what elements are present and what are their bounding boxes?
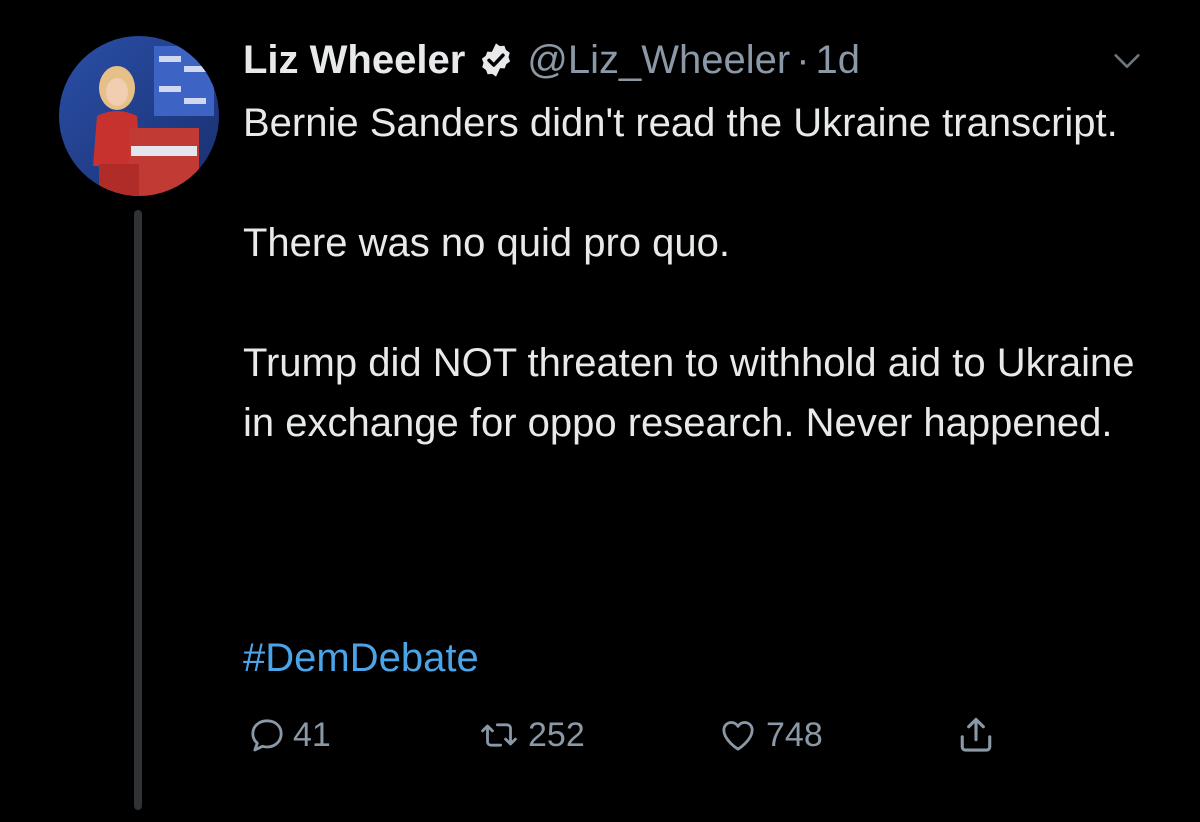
chevron-down-icon[interactable]: [1110, 44, 1144, 78]
tweet-text: Bernie Sanders didn't read the Ukraine t…: [243, 93, 1163, 453]
tweet-paragraph: There was no quid pro quo.: [243, 221, 730, 265]
reply-icon: [247, 715, 287, 755]
thread-line: [134, 210, 142, 810]
tweet-paragraph: Trump did NOT threaten to withhold aid t…: [243, 341, 1135, 445]
reply-button[interactable]: 41: [247, 710, 331, 760]
avatar[interactable]: [59, 36, 219, 196]
retweet-count: 252: [528, 715, 585, 754]
separator-dot: ·: [796, 37, 810, 82]
action-bar: 41 252 748: [243, 710, 1063, 760]
timestamp[interactable]: 1d: [816, 38, 861, 83]
like-count: 748: [766, 715, 823, 754]
avatar-image: [59, 36, 219, 196]
author-handle[interactable]: @Liz_Wheeler: [527, 38, 790, 83]
tweet-header: Liz Wheeler @Liz_Wheeler · 1d: [243, 32, 860, 88]
like-button[interactable]: 748: [716, 710, 823, 760]
author-name[interactable]: Liz Wheeler: [243, 38, 465, 83]
verified-badge-icon: [477, 41, 515, 79]
retweet-button[interactable]: 252: [476, 710, 585, 760]
heart-icon: [716, 715, 760, 755]
share-button[interactable]: [954, 710, 998, 760]
share-icon: [954, 713, 998, 757]
reply-count: 41: [293, 715, 331, 754]
tweet[interactable]: Liz Wheeler @Liz_Wheeler · 1d Bernie San…: [0, 0, 1200, 822]
hashtag-link[interactable]: #DemDebate: [243, 628, 479, 688]
retweet-icon: [476, 715, 522, 755]
tweet-paragraph: Bernie Sanders didn't read the Ukraine t…: [243, 101, 1118, 145]
